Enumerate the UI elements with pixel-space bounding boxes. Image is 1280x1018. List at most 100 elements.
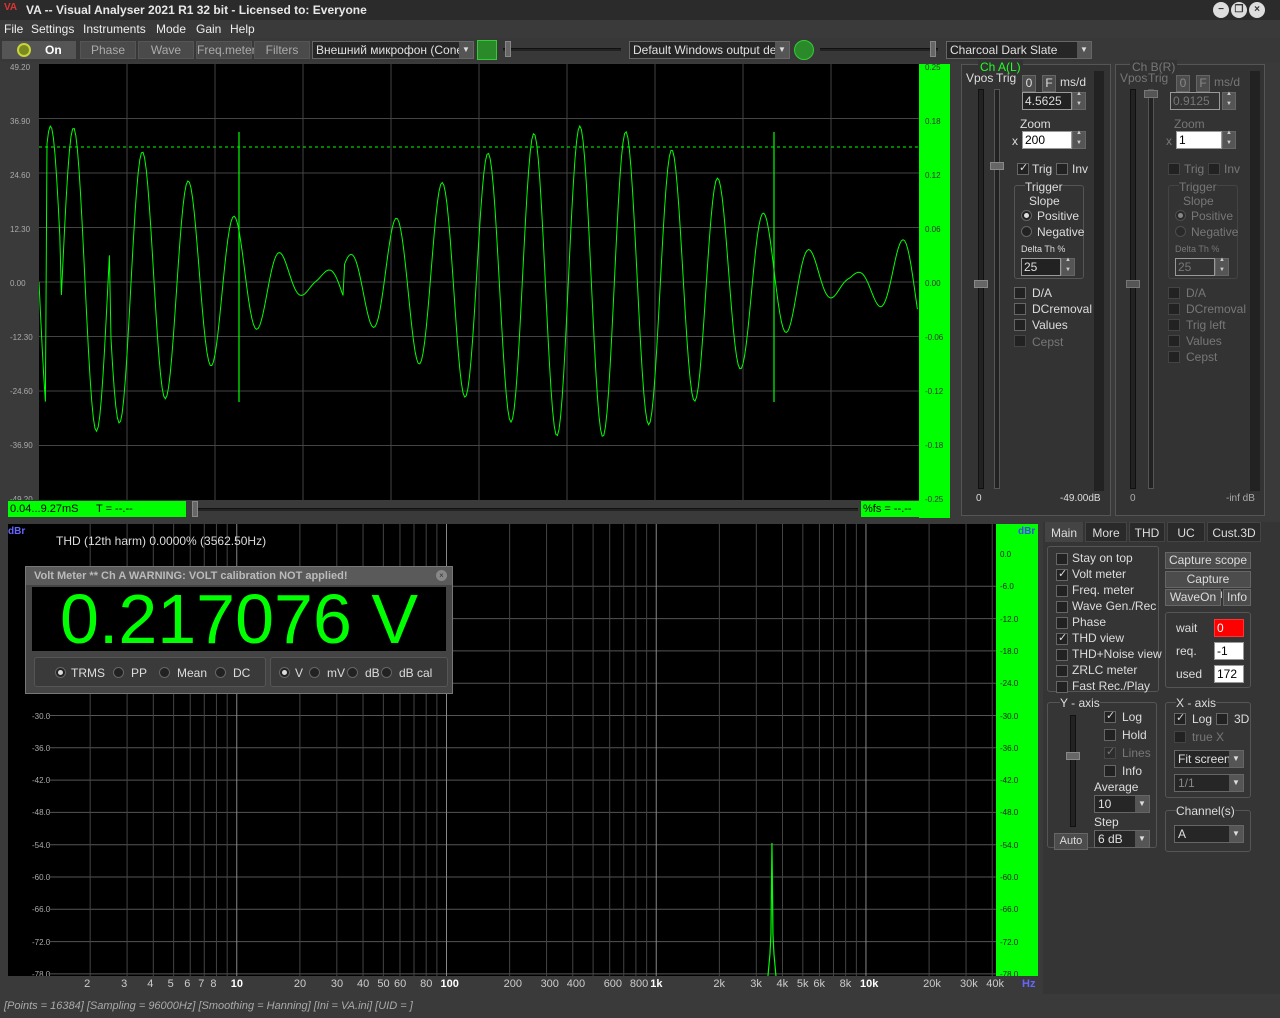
speaker-icon[interactable] bbox=[794, 40, 814, 60]
info-button[interactable]: Info bbox=[1223, 589, 1251, 606]
channel-select[interactable]: A ▼ bbox=[1174, 825, 1244, 843]
true-x-checkbox[interactable] bbox=[1174, 731, 1186, 743]
time-per-div-field[interactable]: 4.5625 bbox=[1022, 92, 1072, 110]
zoom-field-b[interactable]: 1 bbox=[1176, 131, 1222, 149]
on-button[interactable]: On bbox=[2, 41, 76, 59]
menu-file[interactable]: File bbox=[4, 22, 23, 36]
zero-button[interactable]: 0 bbox=[1022, 75, 1036, 92]
vpos-slider-b[interactable] bbox=[1126, 89, 1140, 489]
option-checkbox[interactable] bbox=[1056, 601, 1068, 613]
hold-checkbox[interactable] bbox=[1104, 729, 1116, 741]
da-checkbox-b[interactable] bbox=[1168, 287, 1180, 299]
db-cal-radio[interactable] bbox=[381, 667, 392, 678]
da-checkbox[interactable] bbox=[1014, 287, 1026, 299]
trig-left-checkbox-b[interactable] bbox=[1168, 319, 1180, 331]
menu-settings[interactable]: Settings bbox=[31, 22, 74, 36]
close-icon[interactable]: × bbox=[436, 570, 447, 581]
dcremoval-checkbox[interactable] bbox=[1014, 303, 1026, 315]
cepst-checkbox-b[interactable] bbox=[1168, 351, 1180, 363]
trig-slider[interactable] bbox=[990, 89, 1004, 489]
time-spinner-b[interactable] bbox=[1222, 91, 1236, 110]
menu-mode[interactable]: Mode bbox=[156, 22, 186, 36]
menu-gain[interactable]: Gain bbox=[196, 22, 221, 36]
option-checkbox[interactable] bbox=[1056, 631, 1068, 645]
trig-checkbox[interactable] bbox=[1017, 161, 1029, 175]
minimize-icon[interactable]: − bbox=[1213, 2, 1229, 18]
option-checkbox[interactable] bbox=[1056, 649, 1068, 661]
wave-button[interactable]: Wave bbox=[138, 41, 194, 59]
ratio-select[interactable]: 1/1 ▼ bbox=[1174, 774, 1244, 792]
f-button[interactable]: F bbox=[1042, 75, 1056, 92]
microphone-icon[interactable] bbox=[477, 40, 497, 60]
delta-spinner-b[interactable] bbox=[1215, 257, 1229, 276]
values-checkbox[interactable] bbox=[1014, 319, 1026, 331]
zero-button-b[interactable]: 0 bbox=[1176, 75, 1190, 92]
freq-meter-button[interactable]: Freq.meter bbox=[196, 41, 256, 59]
menu-instruments[interactable]: Instruments bbox=[83, 22, 146, 36]
y-info-checkbox[interactable] bbox=[1104, 765, 1116, 777]
menu-help[interactable]: Help bbox=[230, 22, 255, 36]
f-button-b[interactable]: F bbox=[1196, 75, 1210, 92]
zoom-field[interactable]: 200 bbox=[1022, 131, 1072, 149]
close-icon[interactable]: × bbox=[1249, 2, 1265, 18]
positive-radio[interactable] bbox=[1021, 210, 1032, 221]
theme-select[interactable]: Charcoal Dark Slate ▼ bbox=[946, 41, 1092, 59]
trig-checkbox-b[interactable] bbox=[1168, 163, 1180, 175]
phase-button[interactable]: Phase bbox=[80, 41, 136, 59]
time-spinner[interactable] bbox=[1072, 91, 1086, 110]
x-log-checkbox[interactable] bbox=[1174, 711, 1186, 725]
negative-radio-b[interactable] bbox=[1175, 226, 1186, 237]
delta-spinner[interactable] bbox=[1061, 257, 1075, 276]
option-checkbox[interactable] bbox=[1056, 553, 1068, 565]
tab-uc[interactable]: UC bbox=[1167, 522, 1205, 542]
zoom-spinner-b[interactable] bbox=[1222, 130, 1236, 149]
option-checkbox[interactable] bbox=[1056, 681, 1068, 693]
tab-more[interactable]: More bbox=[1085, 522, 1127, 542]
negative-radio[interactable] bbox=[1021, 226, 1032, 237]
step-select[interactable]: 6 dB ▼ bbox=[1094, 830, 1150, 848]
dc-radio[interactable] bbox=[215, 667, 226, 678]
time-per-div-field-b[interactable]: 0.9125 bbox=[1170, 92, 1220, 110]
oscilloscope-trace[interactable] bbox=[39, 64, 919, 500]
filters-button[interactable]: Filters bbox=[254, 41, 310, 59]
fit-screen-select[interactable]: Fit screen ▼ bbox=[1174, 750, 1244, 768]
option-checkbox[interactable] bbox=[1056, 585, 1068, 597]
delta-threshold-field[interactable]: 25 bbox=[1021, 258, 1061, 276]
input-volume-slider[interactable] bbox=[503, 41, 621, 57]
output-volume-slider[interactable] bbox=[820, 41, 938, 57]
inv-checkbox-b[interactable] bbox=[1208, 163, 1220, 175]
dcremoval-checkbox-b[interactable] bbox=[1168, 303, 1180, 315]
mv-radio[interactable] bbox=[309, 667, 320, 678]
cepst-checkbox[interactable] bbox=[1014, 335, 1026, 347]
capture-spectrum-button[interactable]: Capture spectrum bbox=[1165, 571, 1251, 601]
option-checkbox[interactable] bbox=[1056, 665, 1068, 677]
y-range-slider[interactable] bbox=[1066, 715, 1080, 827]
capture-scope-button[interactable]: Capture scope bbox=[1165, 552, 1251, 569]
option-checkbox[interactable] bbox=[1056, 617, 1068, 629]
input-device-select[interactable]: Внешний микрофон (Conexa ▼ bbox=[312, 41, 474, 59]
log-checkbox[interactable] bbox=[1104, 709, 1116, 723]
average-select[interactable]: 10 ▼ bbox=[1094, 795, 1150, 813]
output-device-select[interactable]: Default Windows output devic ▼ bbox=[629, 41, 790, 59]
volt-meter-window[interactable]: Volt Meter ** Ch A WARNING: VOLT calibra… bbox=[25, 566, 453, 694]
values-checkbox-b[interactable] bbox=[1168, 335, 1180, 347]
lines-checkbox[interactable] bbox=[1104, 745, 1116, 759]
positive-radio-b[interactable] bbox=[1175, 210, 1186, 221]
option-checkbox[interactable] bbox=[1056, 567, 1068, 581]
x-3d-checkbox[interactable] bbox=[1216, 713, 1228, 725]
zoom-spinner[interactable] bbox=[1072, 130, 1086, 149]
restore-icon[interactable]: ❐ bbox=[1231, 2, 1247, 18]
mean-radio[interactable] bbox=[159, 667, 170, 678]
trms-radio[interactable] bbox=[55, 667, 66, 678]
tab-cust3d[interactable]: Cust.3D bbox=[1207, 522, 1261, 542]
pp-radio[interactable] bbox=[113, 667, 124, 678]
db-radio[interactable] bbox=[347, 667, 358, 678]
tab-thd[interactable]: THD bbox=[1129, 522, 1165, 542]
inv-checkbox[interactable] bbox=[1056, 163, 1068, 175]
tab-main[interactable]: Main bbox=[1045, 522, 1083, 542]
v-radio[interactable] bbox=[279, 667, 290, 678]
waveon-button[interactable]: WaveOn bbox=[1165, 589, 1221, 606]
trig-slider-b[interactable] bbox=[1144, 89, 1158, 489]
scope-scroll-slider[interactable] bbox=[192, 501, 858, 517]
auto-button[interactable]: Auto bbox=[1054, 833, 1088, 850]
